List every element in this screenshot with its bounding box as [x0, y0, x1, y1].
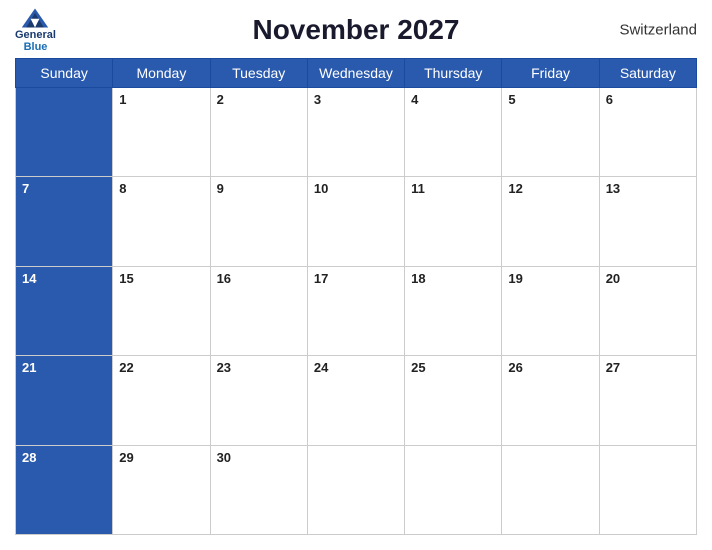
calendar-week-row: 28 29 30 [16, 445, 697, 534]
calendar-day-cell: 28 [16, 445, 113, 534]
calendar-day-cell: 21 [16, 356, 113, 445]
calendar-day-cell: 2 [210, 88, 307, 177]
calendar-day-cell: 1 [113, 88, 210, 177]
calendar-day-cell: 20 [599, 266, 696, 355]
calendar-header: General Blue November 2027 Switzerland [15, 10, 697, 50]
day-number: 2 [217, 92, 224, 107]
day-number: 24 [314, 360, 328, 375]
logo-icon [20, 7, 50, 29]
day-number: 28 [22, 450, 36, 465]
weekday-header-saturday: Saturday [599, 59, 696, 88]
calendar-day-cell: 17 [307, 266, 404, 355]
country-label: Switzerland [619, 22, 697, 39]
calendar-day-cell: 6 [599, 88, 696, 177]
calendar-day-cell: 7 [16, 177, 113, 266]
day-number: 27 [606, 360, 620, 375]
calendar-day-cell: 27 [599, 356, 696, 445]
logo-area: General Blue [15, 7, 56, 53]
calendar-day-cell [502, 445, 599, 534]
calendar-title: November 2027 [15, 14, 697, 46]
day-number: 5 [508, 92, 515, 107]
day-number: 20 [606, 271, 620, 286]
calendar-week-row: 1 2 3 4 5 6 [16, 88, 697, 177]
calendar-day-cell: 10 [307, 177, 404, 266]
day-number: 12 [508, 181, 522, 196]
calendar-day-cell: 29 [113, 445, 210, 534]
day-number: 17 [314, 271, 328, 286]
calendar-day-cell: 23 [210, 356, 307, 445]
day-number: 25 [411, 360, 425, 375]
calendar-day-cell: 14 [16, 266, 113, 355]
calendar-day-cell: 12 [502, 177, 599, 266]
calendar-day-cell [307, 445, 404, 534]
calendar-day-cell: 26 [502, 356, 599, 445]
day-number: 29 [119, 450, 133, 465]
calendar-container: General Blue November 2027 Switzerland S… [0, 0, 712, 550]
weekday-header-wednesday: Wednesday [307, 59, 404, 88]
calendar-day-cell: 19 [502, 266, 599, 355]
day-number: 14 [22, 271, 36, 286]
weekday-header-thursday: Thursday [405, 59, 502, 88]
day-number: 19 [508, 271, 522, 286]
day-number: 7 [22, 181, 29, 196]
calendar-day-cell: 4 [405, 88, 502, 177]
calendar-day-cell: 18 [405, 266, 502, 355]
calendar-table: SundayMondayTuesdayWednesdayThursdayFrid… [15, 58, 697, 535]
calendar-day-cell [405, 445, 502, 534]
day-number: 6 [606, 92, 613, 107]
day-number: 4 [411, 92, 418, 107]
calendar-day-cell: 22 [113, 356, 210, 445]
weekday-header-sunday: Sunday [16, 59, 113, 88]
day-number: 13 [606, 181, 620, 196]
day-number: 10 [314, 181, 328, 196]
day-number: 15 [119, 271, 133, 286]
calendar-day-cell [16, 88, 113, 177]
calendar-day-cell: 8 [113, 177, 210, 266]
calendar-day-cell: 25 [405, 356, 502, 445]
calendar-day-cell: 15 [113, 266, 210, 355]
day-number: 23 [217, 360, 231, 375]
day-number: 21 [22, 360, 36, 375]
day-number: 22 [119, 360, 133, 375]
day-number: 16 [217, 271, 231, 286]
day-number: 1 [119, 92, 126, 107]
logo-general-text: General [15, 29, 56, 41]
logo-blue-text: Blue [24, 41, 48, 53]
weekday-header-row: SundayMondayTuesdayWednesdayThursdayFrid… [16, 59, 697, 88]
day-number: 18 [411, 271, 425, 286]
day-number: 11 [411, 181, 425, 196]
calendar-day-cell: 11 [405, 177, 502, 266]
calendar-week-row: 7 8 9 10 11 12 13 [16, 177, 697, 266]
day-number: 30 [217, 450, 231, 465]
weekday-header-tuesday: Tuesday [210, 59, 307, 88]
calendar-day-cell: 9 [210, 177, 307, 266]
calendar-day-cell: 13 [599, 177, 696, 266]
weekday-header-monday: Monday [113, 59, 210, 88]
calendar-day-cell: 16 [210, 266, 307, 355]
calendar-day-cell: 3 [307, 88, 404, 177]
day-number: 9 [217, 181, 224, 196]
day-number: 8 [119, 181, 126, 196]
calendar-day-cell: 30 [210, 445, 307, 534]
weekday-header-friday: Friday [502, 59, 599, 88]
calendar-week-row: 14 15 16 17 18 19 20 [16, 266, 697, 355]
calendar-week-row: 21 22 23 24 25 26 27 [16, 356, 697, 445]
day-number: 3 [314, 92, 321, 107]
calendar-day-cell: 24 [307, 356, 404, 445]
day-number: 26 [508, 360, 522, 375]
calendar-day-cell [599, 445, 696, 534]
calendar-day-cell: 5 [502, 88, 599, 177]
